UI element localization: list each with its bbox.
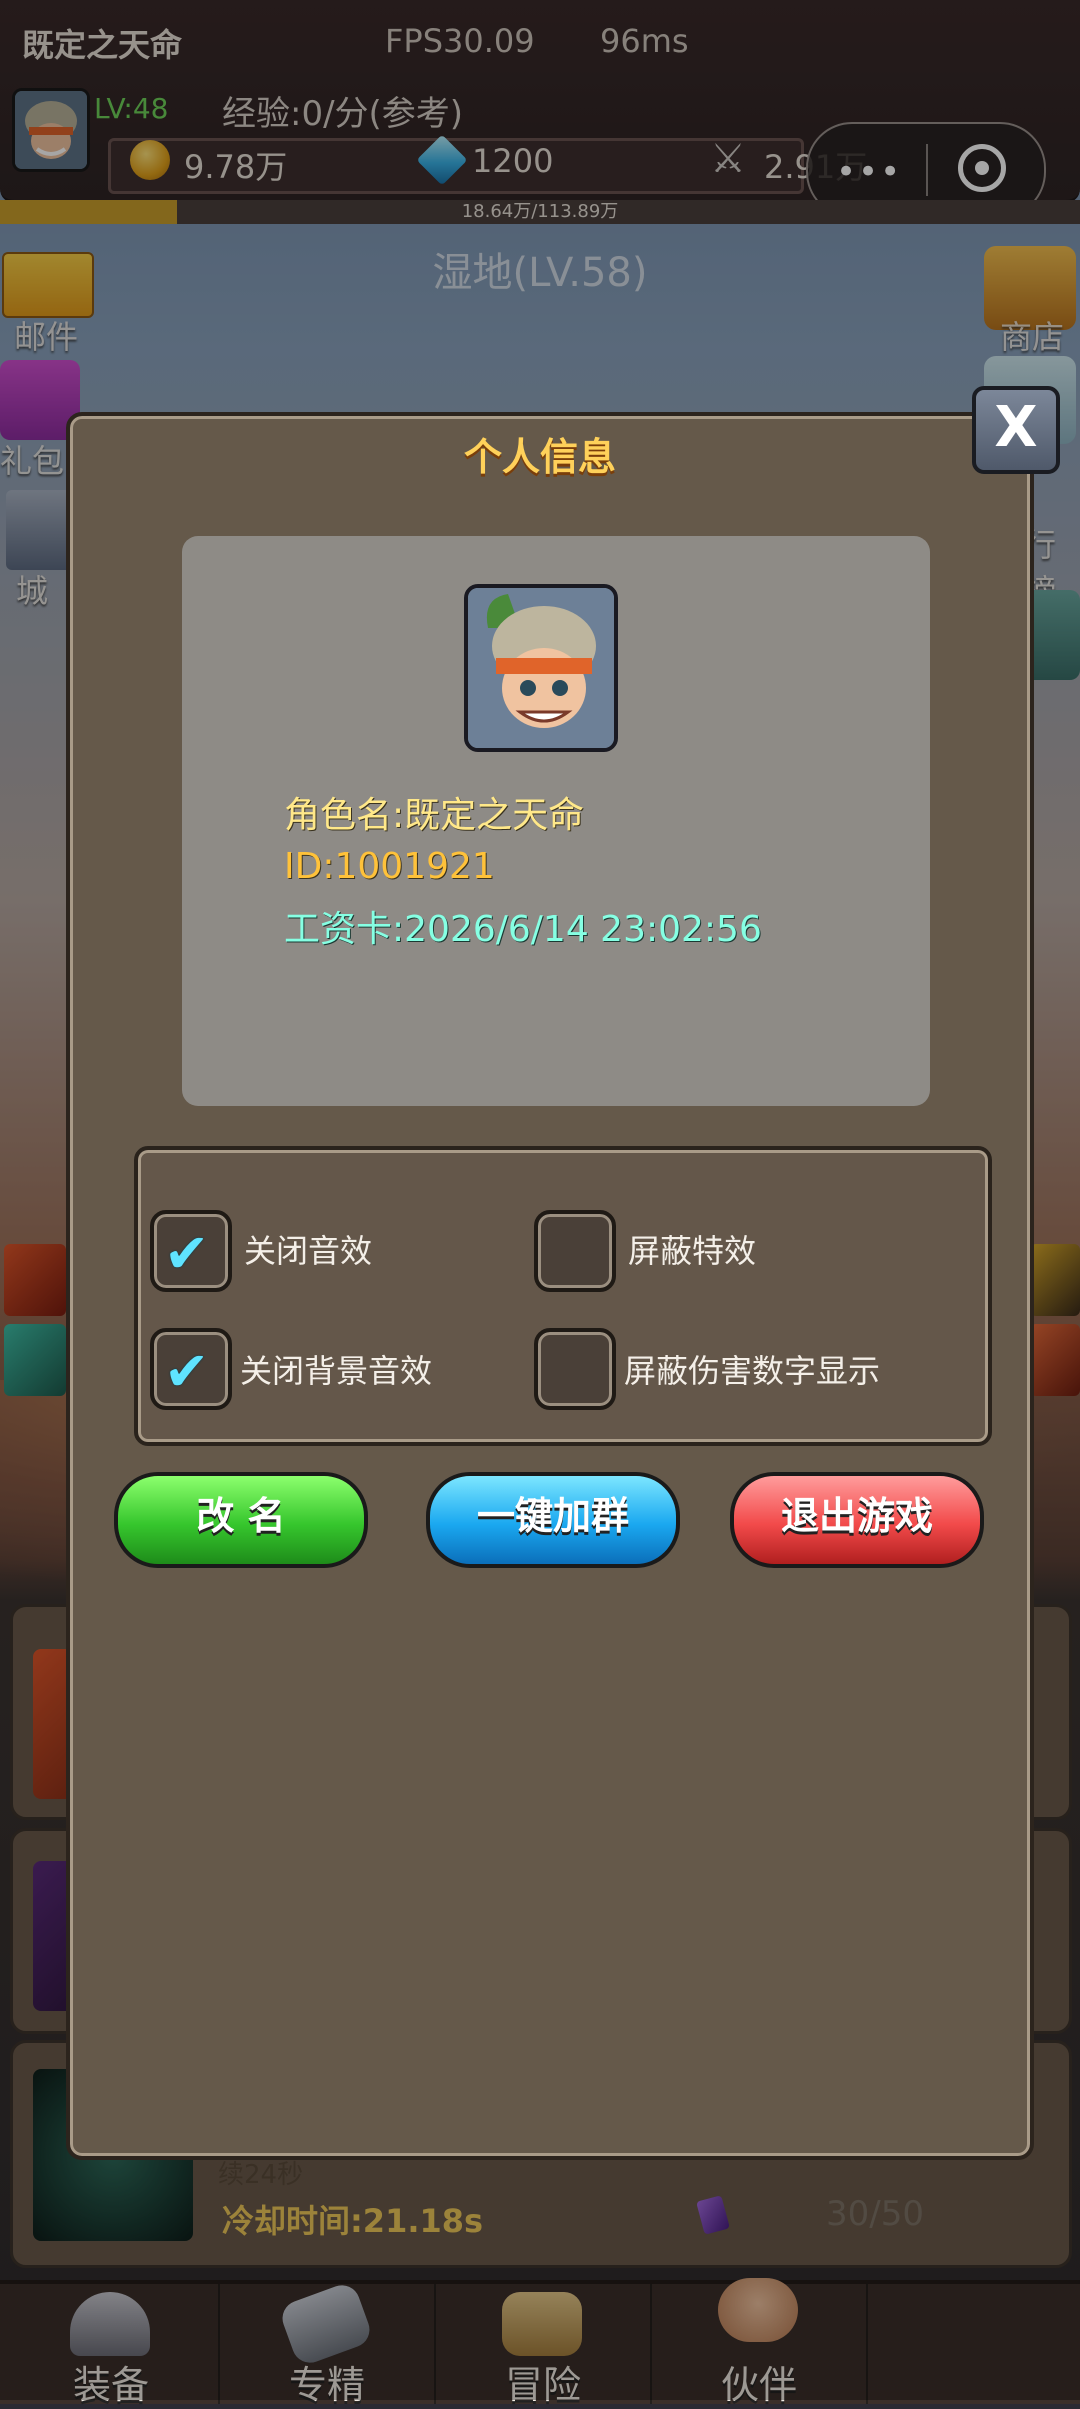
profile-avatar[interactable] — [464, 584, 618, 752]
hide-effects-label: 屏蔽特效 — [628, 1232, 757, 1270]
hero-portrait-icon — [468, 588, 614, 748]
player-id: ID:1001921 — [284, 846, 495, 887]
rename-button[interactable]: 改 名 — [114, 1472, 368, 1568]
exit-game-button[interactable]: 退出游戏 — [730, 1472, 984, 1568]
hide-damage-numbers-label: 屏蔽伤害数字显示 — [624, 1352, 881, 1390]
role-name: 角色名:既定之天命 — [284, 795, 585, 836]
mute-bgm-label: 关闭背景音效 — [240, 1352, 433, 1390]
salary-card-expiry: 工资卡:2026/6/14 23:02:56 — [284, 909, 762, 950]
close-button[interactable]: X — [972, 386, 1060, 474]
mute-sfx-label: 关闭音效 — [244, 1232, 373, 1270]
mute-bgm-checkbox[interactable]: ✔ — [150, 1328, 232, 1410]
modal-title: 个人信息 — [463, 435, 616, 479]
checkmark-icon: ✔ — [164, 1340, 210, 1403]
hide-damage-numbers-checkbox[interactable] — [534, 1328, 616, 1410]
checkmark-icon: ✔ — [164, 1222, 210, 1285]
mute-sfx-checkbox[interactable]: ✔ — [150, 1210, 232, 1292]
join-group-button[interactable]: 一键加群 — [426, 1472, 680, 1568]
hide-effects-checkbox[interactable] — [534, 1210, 616, 1292]
